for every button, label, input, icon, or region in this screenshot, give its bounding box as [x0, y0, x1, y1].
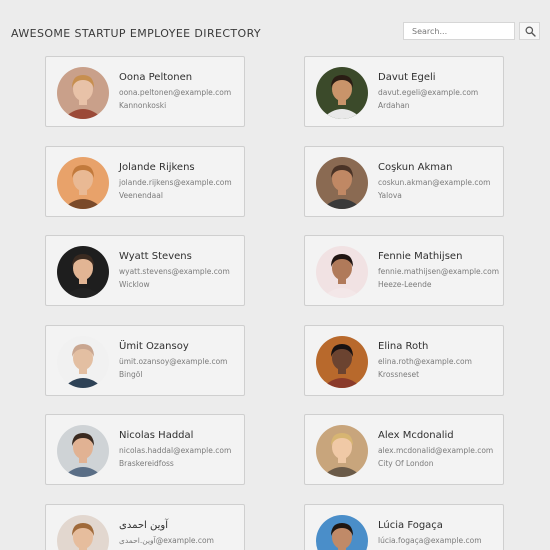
employee-name: Jolande Rijkens: [119, 162, 195, 173]
employee-city: Heeze-Leende: [378, 280, 432, 289]
employee-name: Fennie Mathijsen: [378, 251, 463, 262]
employee-name: Alex Mcdonalid: [378, 430, 454, 441]
employee-card[interactable]: Coşkun Akman coskun.akman@example.com Yalo…: [304, 146, 504, 217]
employee-info: Lúcia Fogaça lúcia.fogaça@example.com: [378, 519, 502, 548]
employee-info: Coşkun Akman coskun.akman@example.com Yalo…: [378, 161, 502, 201]
employee-card[interactable]: Jolande Rijkens jolande.rijkens@example.c…: [45, 146, 245, 217]
employee-email: oona.peltonen@example.com: [119, 88, 232, 97]
employee-name: Oona Peltonen: [119, 72, 193, 83]
avatar: [57, 425, 109, 477]
employee-info: Elina Roth elina.roth@example.com Krossnes…: [378, 340, 502, 380]
employee-city: Kannonkoski: [119, 101, 167, 110]
employee-email: آوین.احمدی@example.com: [119, 536, 214, 545]
employee-email: wyatt.stevens@example.com: [119, 267, 230, 276]
employee-email: elina.roth@example.com: [378, 357, 472, 366]
avatar: [316, 67, 368, 119]
employee-city: Ardahan: [378, 101, 410, 110]
employee-city: Veenendaal: [119, 191, 163, 200]
employee-info: Wyatt Stevens wyatt.stevens@example.com Wi…: [119, 250, 243, 290]
avatar: [316, 246, 368, 298]
employee-grid: Oona Peltonen oona.peltonen@example.com Ka…: [0, 0, 550, 550]
employee-card[interactable]: Elina Roth elina.roth@example.com Krossnes…: [304, 325, 504, 396]
employee-card[interactable]: Nicolas Haddal nicolas.haddal@example.com…: [45, 414, 245, 485]
employee-card[interactable]: Oona Peltonen oona.peltonen@example.com Ka…: [45, 56, 245, 127]
employee-city: Braskereidfoss: [119, 459, 174, 468]
employee-card[interactable]: Alex Mcdonalid alex.mcdonalid@example.com…: [304, 414, 504, 485]
avatar: [57, 157, 109, 209]
employee-name: Lúcia Fogaça: [378, 520, 443, 531]
employee-card[interactable]: Fennie Mathijsen fennie.mathijsen@example…: [304, 235, 504, 306]
avatar: [57, 67, 109, 119]
employee-city: Bingöl: [119, 370, 143, 379]
avatar: [316, 336, 368, 388]
employee-name: آوین احمدی: [119, 520, 168, 531]
employee-info: Davut Egeli davut.egeli@example.com Ardaha…: [378, 71, 502, 111]
employee-info: Ümit Ozansoy ümit.ozansoy@example.com Bing…: [119, 340, 243, 380]
employee-info: Oona Peltonen oona.peltonen@example.com Ka…: [119, 71, 243, 111]
employee-info: Jolande Rijkens jolande.rijkens@example.c…: [119, 161, 243, 201]
employee-name: Wyatt Stevens: [119, 251, 192, 262]
avatar: [57, 246, 109, 298]
employee-email: nicolas.haddal@example.com: [119, 446, 232, 455]
employee-card[interactable]: Wyatt Stevens wyatt.stevens@example.com Wi…: [45, 235, 245, 306]
employee-email: fennie.mathijsen@example.com: [378, 267, 500, 276]
employee-info: Alex Mcdonalid alex.mcdonalid@example.com…: [378, 429, 502, 469]
avatar: [57, 515, 109, 550]
employee-city: City Of London: [378, 459, 434, 468]
employee-name: Davut Egeli: [378, 72, 436, 83]
employee-email: ümit.ozansoy@example.com: [119, 357, 228, 366]
avatar: [316, 425, 368, 477]
avatar: [316, 515, 368, 550]
employee-city: Wicklow: [119, 280, 150, 289]
employee-city: Yalova: [378, 191, 402, 200]
employee-card[interactable]: Ümit Ozansoy ümit.ozansoy@example.com Bing…: [45, 325, 245, 396]
employee-email: davut.egeli@example.com: [378, 88, 479, 97]
employee-card[interactable]: Davut Egeli davut.egeli@example.com Ardaha…: [304, 56, 504, 127]
employee-email: alex.mcdonalid@example.com: [378, 446, 494, 455]
employee-info: Nicolas Haddal nicolas.haddal@example.com…: [119, 429, 243, 469]
employee-email: lúcia.fogaça@example.com: [378, 536, 482, 545]
employee-info: آوین احمدی آوین.احمدی@example.com: [119, 519, 243, 548]
employee-name: Nicolas Haddal: [119, 430, 194, 441]
avatar: [57, 336, 109, 388]
employee-directory-page: AWESOME STARTUP EMPLOYEE DIRECTORY Oona …: [0, 0, 550, 550]
avatar: [316, 157, 368, 209]
employee-name: Ümit Ozansoy: [119, 341, 189, 352]
employee-email: jolande.rijkens@example.com: [119, 178, 232, 187]
employee-city: Krossneset: [378, 370, 420, 379]
employee-name: Elina Roth: [378, 341, 429, 352]
employee-email: coskun.akman@example.com: [378, 178, 491, 187]
employee-card[interactable]: Lúcia Fogaça lúcia.fogaça@example.com: [304, 504, 504, 550]
employee-info: Fennie Mathijsen fennie.mathijsen@example…: [378, 250, 502, 290]
employee-name: Coşkun Akman: [378, 162, 453, 173]
employee-card[interactable]: آوین احمدی آوین.احمدی@example.com: [45, 504, 245, 550]
